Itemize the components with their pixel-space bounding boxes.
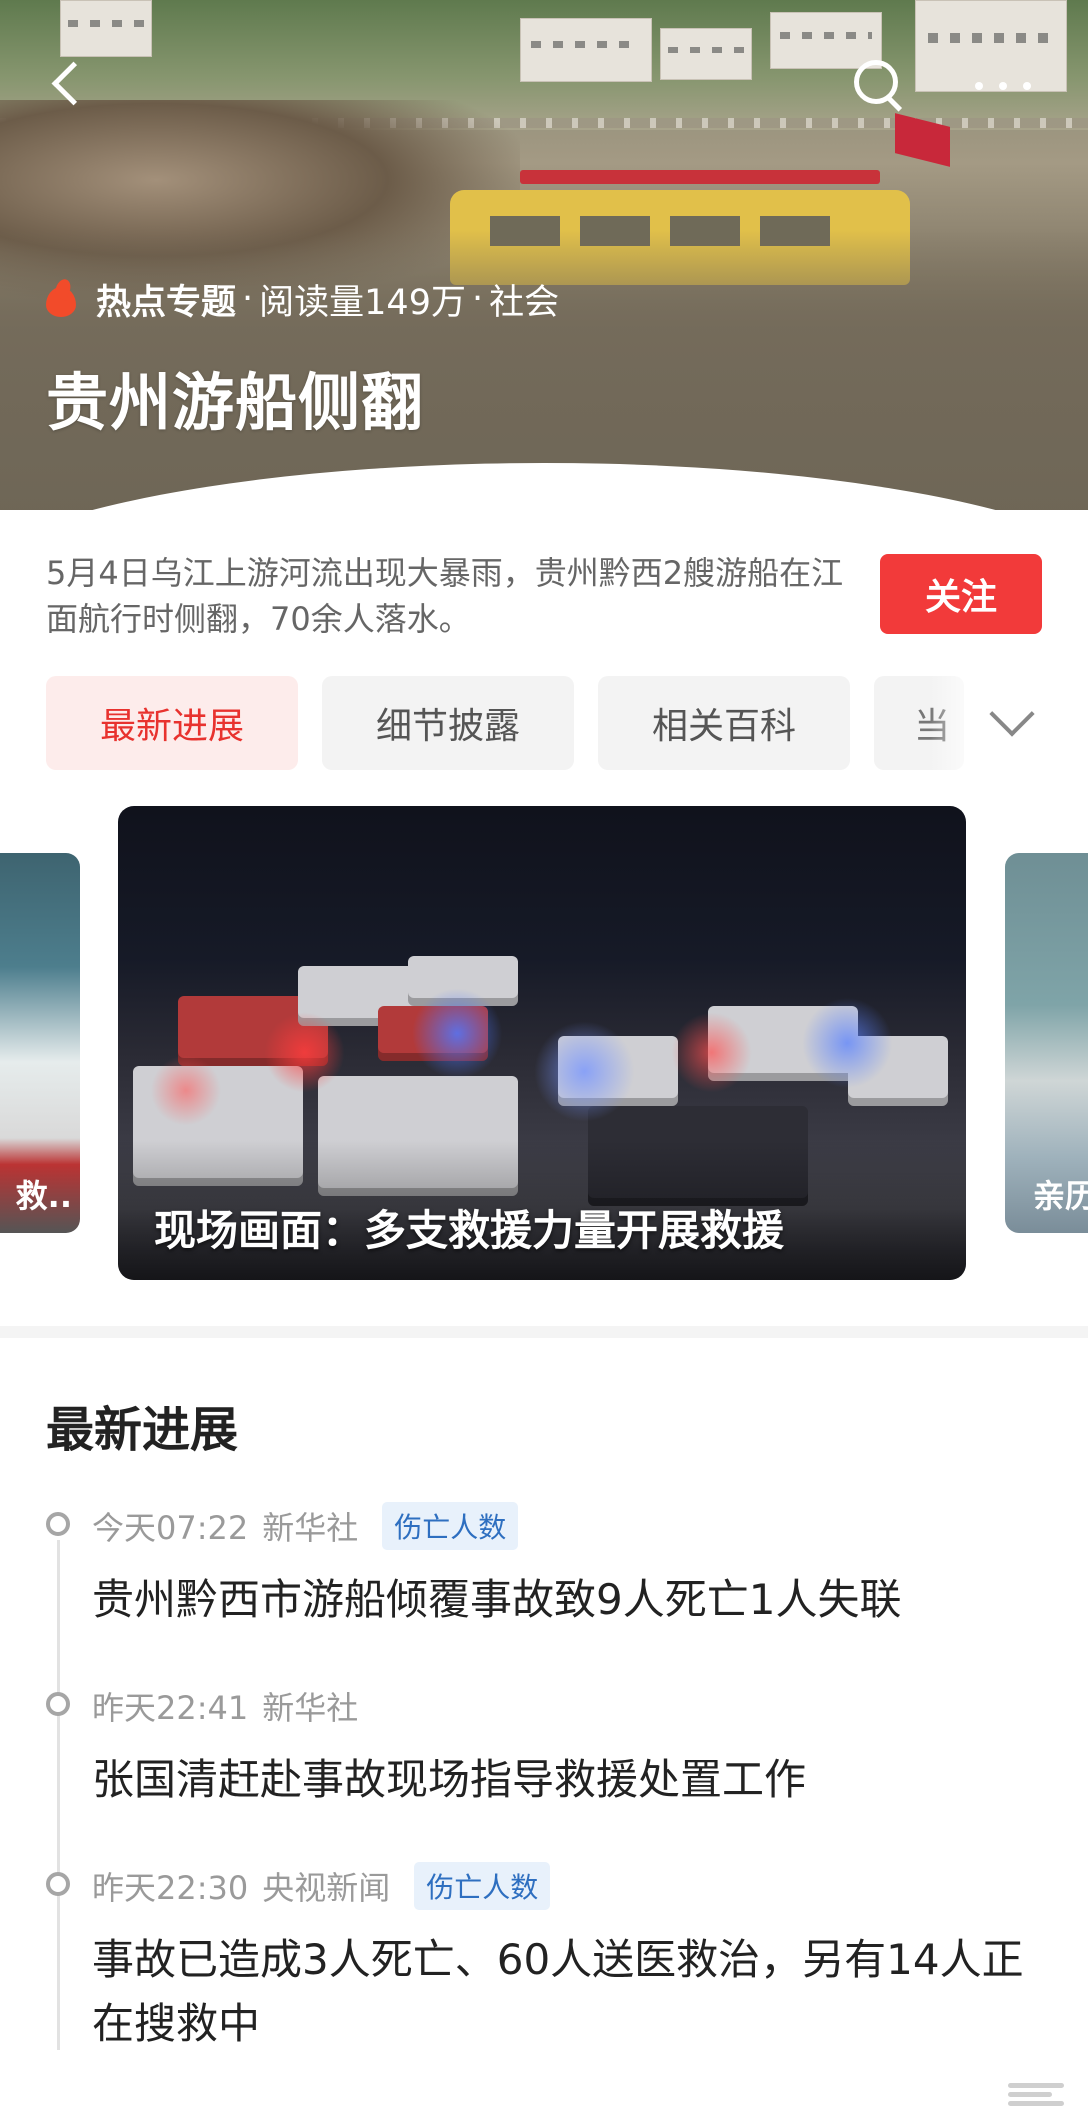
search-button[interactable] [848, 56, 908, 116]
flame-icon [44, 279, 78, 319]
carousel-caption: 亲历 [1033, 1177, 1088, 1215]
hero-building [60, 0, 152, 57]
timeline-line [57, 1540, 60, 2050]
news-source: 新华社 [262, 1509, 359, 1547]
meta-separator: · [242, 279, 254, 319]
news-headline[interactable]: 张国清赶赴事故现场指导救援处置工作 [92, 1748, 1052, 1812]
topic-description: 5月4日乌江上游河流出现大暴雨，贵州黔西2艘游船在江面航行时侧翻，70余人落水。 [46, 554, 844, 638]
section-divider [0, 1326, 1088, 1338]
meta-separator: · [471, 279, 484, 319]
tab-encyclopedia[interactable]: 相关百科 [598, 676, 850, 770]
news-time: 昨天22:41 [92, 1689, 249, 1727]
news-meta: 昨天22:30 央视新闻 伤亡人数 [92, 1862, 551, 1910]
tab-latest[interactable]: 最新进展 [46, 676, 298, 770]
news-headline[interactable]: 贵州黔西市游船倾覆事故致9人死亡1人失联 [92, 1568, 1052, 1632]
hero-building [660, 28, 752, 80]
news-source: 央视新闻 [262, 1869, 391, 1907]
follow-button[interactable]: 关注 [880, 554, 1042, 634]
news-tag[interactable]: 伤亡人数 [382, 1502, 519, 1550]
hero-building [520, 18, 652, 82]
timeline-node [46, 1512, 70, 1536]
news-meta: 今天07:22 新华社 伤亡人数 [92, 1502, 519, 1550]
read-count: 阅读量149万 [259, 282, 466, 323]
tab-details[interactable]: 细节披露 [322, 676, 574, 770]
carousel-card-main[interactable]: 现场画面：多支救援力量开展救援 [118, 806, 966, 1280]
topic-label: 热点专题 [96, 282, 237, 323]
news-time: 昨天22:30 [92, 1869, 249, 1907]
news-time: 今天07:22 [92, 1509, 249, 1547]
news-source: 新华社 [262, 1689, 359, 1727]
carousel-card-next[interactable]: 亲历 [1005, 853, 1088, 1233]
news-tag[interactable]: 伤亡人数 [414, 1862, 551, 1910]
timeline-node [46, 1692, 70, 1716]
section-title: 最新进展 [46, 1402, 239, 1458]
timeline-node [46, 1872, 70, 1896]
page-title: 贵州游船侧翻 [46, 366, 425, 439]
carousel-caption: 现场画面：多支救援力量开展救援 [154, 1206, 785, 1255]
news-headline[interactable]: 事故已造成3人死亡、60人送医救治，另有14人正在搜救中 [92, 1928, 1052, 2056]
back-button[interactable] [44, 54, 96, 114]
topic-meta: 热点专题 · 阅读量149万 · 社会 [44, 274, 559, 324]
more-button[interactable] [975, 72, 1039, 102]
list-menu-icon[interactable] [1008, 2079, 1064, 2109]
carousel-card-prev[interactable]: 救.. [0, 853, 80, 1233]
topic-category[interactable]: 社会 [489, 274, 559, 325]
news-meta: 昨天22:41 新华社 [92, 1686, 359, 1727]
carousel-caption: 救.. [15, 1177, 72, 1215]
